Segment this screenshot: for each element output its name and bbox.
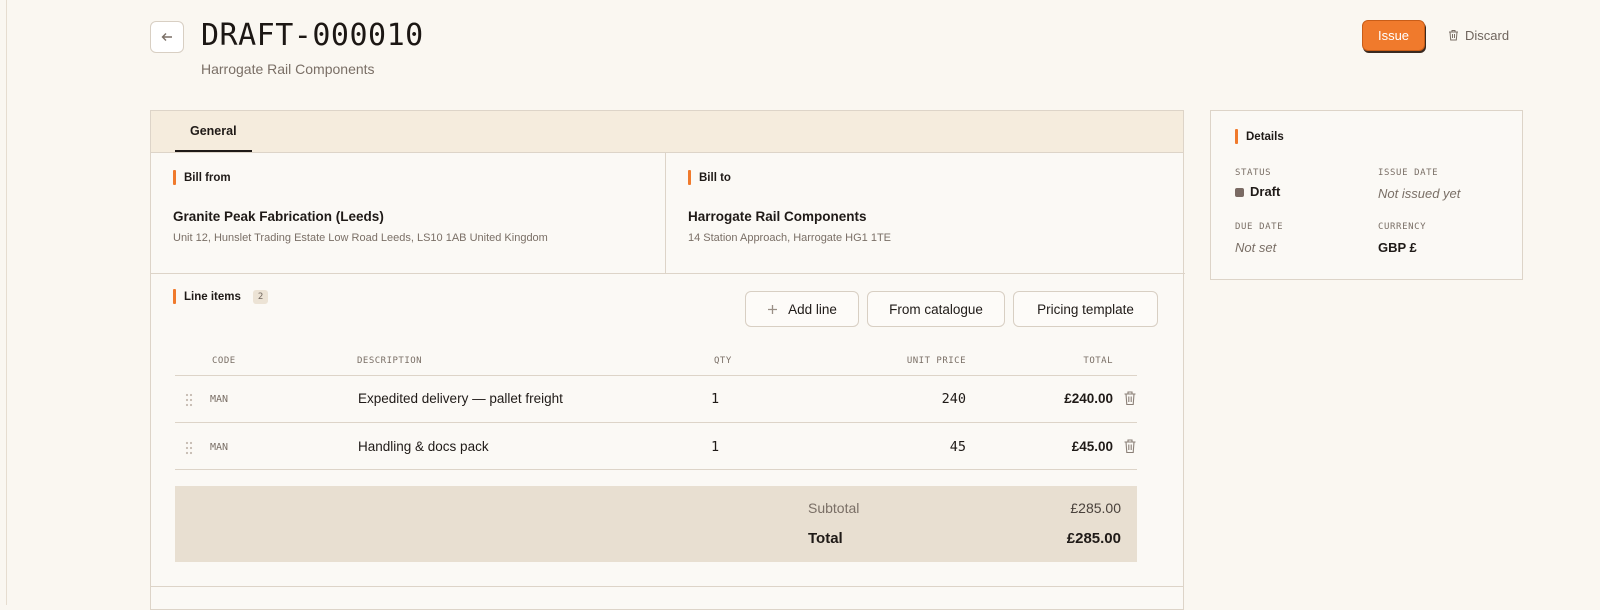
pricing-template-button[interactable]: Pricing template	[1013, 291, 1158, 327]
back-button[interactable]	[150, 21, 184, 53]
plus-icon	[768, 304, 778, 314]
tab-general[interactable]: General	[175, 111, 252, 152]
row-qty[interactable]: 1	[711, 439, 719, 455]
subtotal-value: £285.00	[1070, 500, 1121, 516]
add-line-button[interactable]: Add line	[745, 291, 859, 327]
status-value: Draft	[1235, 184, 1280, 199]
discard-label: Discard	[1465, 27, 1510, 43]
status-dot	[1235, 188, 1244, 197]
accent-bar	[1235, 129, 1238, 144]
add-line-label: Add line	[788, 301, 837, 317]
page-title: DRAFT-000010	[201, 18, 424, 53]
issue-button[interactable]: Issue	[1362, 20, 1425, 51]
row-code: MAN	[210, 394, 229, 405]
line-items-heading: Line items 2	[173, 289, 269, 304]
bill-to-name: Harrogate Rail Components	[688, 209, 867, 224]
delete-row-icon[interactable]	[1123, 390, 1137, 406]
trash-icon	[1449, 30, 1458, 41]
row-description[interactable]: Handling & docs pack	[358, 439, 489, 454]
details-title: Details	[1246, 130, 1284, 143]
status-label: STATUS	[1235, 168, 1272, 178]
issue-date-label: ISSUE DATE	[1378, 168, 1439, 178]
bill-from-name: Granite Peak Fabrication (Leeds)	[173, 209, 384, 224]
subtotal-label: Subtotal	[808, 500, 860, 516]
details-card: Details STATUS Draft ISSUE DATE Not issu…	[1210, 110, 1523, 280]
accent-bar	[688, 170, 691, 185]
divider	[175, 375, 1137, 376]
issue-date-value: Not issued yet	[1378, 186, 1461, 201]
col-total: TOTAL	[1083, 356, 1113, 366]
bill-to-label: Bill to	[699, 171, 731, 184]
row-unit-price[interactable]: 45	[851, 439, 966, 455]
bill-to-section: Bill to Harrogate Rail Components 14 Sta…	[666, 152, 1185, 274]
bill-to-heading: Bill to	[688, 170, 731, 185]
row-code: MAN	[210, 442, 229, 453]
left-rule	[6, 0, 7, 605]
currency-label: CURRENCY	[1378, 222, 1427, 232]
row-unit-price[interactable]: 240	[851, 391, 966, 407]
currency-value: GBP £	[1378, 240, 1417, 255]
col-description: DESCRIPTION	[357, 356, 423, 366]
divider	[151, 586, 1183, 587]
arrow-left-icon	[161, 33, 172, 41]
row-description[interactable]: Expedited delivery — pallet freight	[358, 391, 563, 406]
line-items-label: Line items	[184, 290, 241, 303]
invoice-card: General Bill from Granite Peak Fabricati…	[150, 110, 1185, 610]
total-value: £285.00	[1066, 530, 1121, 547]
col-unit-price: UNIT PRICE	[906, 356, 966, 366]
totals-panel: Subtotal £285.00 Total £285.00	[175, 486, 1137, 562]
page-subtitle: Harrogate Rail Components	[201, 61, 375, 77]
bill-from-section: Bill from Granite Peak Fabrication (Leed…	[151, 152, 666, 274]
delete-row-icon[interactable]	[1123, 438, 1137, 454]
row-qty[interactable]: 1	[711, 391, 719, 407]
bill-from-heading: Bill from	[173, 170, 231, 185]
accent-bar	[173, 289, 176, 304]
col-code: CODE	[212, 356, 236, 366]
details-heading: Details	[1235, 129, 1284, 144]
divider	[175, 469, 1137, 470]
bill-to-address: 14 Station Approach, Harrogate HG1 1TE	[688, 232, 892, 244]
col-qty: QTY	[714, 356, 732, 366]
tab-bar: General	[151, 111, 1183, 153]
drag-handle-icon[interactable]	[184, 393, 194, 407]
total-label: Total	[808, 530, 843, 547]
discard-button[interactable]: Discard	[1448, 24, 1509, 46]
row-total: £45.00	[1071, 439, 1113, 454]
line-items-count-badge: 2	[252, 289, 269, 304]
drag-handle-icon[interactable]	[184, 441, 194, 455]
row-total: £240.00	[1064, 391, 1113, 406]
due-date-value: Not set	[1235, 240, 1277, 255]
divider	[175, 422, 1137, 423]
accent-bar	[173, 170, 176, 185]
from-catalogue-button[interactable]: From catalogue	[867, 291, 1005, 327]
due-date-label: DUE DATE	[1235, 222, 1284, 232]
bill-from-address: Unit 12, Hunslet Trading Estate Low Road…	[173, 232, 548, 244]
bill-from-label: Bill from	[184, 171, 231, 184]
status-text: Draft	[1250, 184, 1281, 199]
